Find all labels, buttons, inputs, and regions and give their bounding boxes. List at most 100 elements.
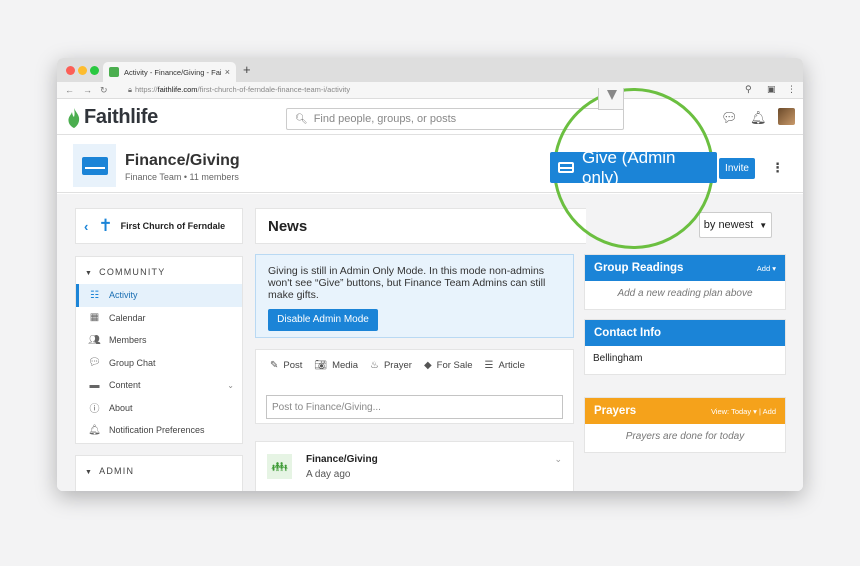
credit-card-icon bbox=[81, 156, 108, 175]
sidebar-item-about[interactable]: ⓘ About bbox=[76, 397, 242, 420]
sidebar-item-activity[interactable]: ☷ Activity bbox=[76, 284, 242, 307]
sort-label: by newest bbox=[703, 219, 754, 231]
back-arrow-icon[interactable]: ← bbox=[65, 85, 74, 95]
search-icon: 🔍︎ bbox=[295, 113, 308, 125]
contact-location: Bellingham bbox=[593, 353, 643, 364]
add-reading-button[interactable]: Add ▾ bbox=[757, 264, 776, 273]
post-composer: ✎ Post 📷︎ Media ♨ Prayer ◆ For Sale ☰ Article… bbox=[255, 349, 574, 424]
sort-dropdown[interactable]: by newest ▼ bbox=[699, 212, 772, 238]
sidebar-item-label: Content bbox=[109, 380, 141, 391]
news-title: News bbox=[268, 217, 308, 235]
browser-menu-icon[interactable]: ⋮ bbox=[787, 84, 796, 95]
prayers-view-add-controls[interactable]: View: Today ▾ | Add bbox=[711, 407, 776, 416]
pencil-icon: ✎ bbox=[270, 360, 279, 371]
readings-empty-text: Add a new reading plan above bbox=[617, 288, 753, 299]
user-avatar[interactable] bbox=[778, 108, 795, 125]
group-readings-box: Group Readings Add ▾ Add a new reading p… bbox=[584, 254, 786, 310]
post-type-label: Post bbox=[283, 360, 303, 371]
sidebar-item-members[interactable]: 👥︎ Members bbox=[76, 329, 242, 352]
give-admin-only-button[interactable]: Give (Admin only) bbox=[550, 148, 717, 187]
sidebar-item-group-chat[interactable]: 💬︎ Group Chat bbox=[76, 352, 242, 375]
browser-tab[interactable]: Activity - Finance/Giving - Faith × bbox=[103, 62, 236, 82]
group-meta: Finance Team • 11 members bbox=[125, 172, 239, 182]
community-nav: ▼ COMMUNITY ☷ Activity ▦ Calendar 👥︎ Memb… bbox=[75, 256, 243, 444]
reload-icon[interactable]: ↻ bbox=[100, 85, 108, 96]
contact-info-header: Contact Info bbox=[585, 320, 785, 346]
new-tab-button[interactable]: + bbox=[243, 62, 251, 77]
credit-card-icon bbox=[558, 162, 574, 173]
group-avatar bbox=[73, 144, 116, 187]
zoom-icon[interactable]: ⚲ bbox=[745, 84, 752, 95]
church-link[interactable]: ‹ ✝ First Church of Ferndale bbox=[75, 208, 243, 244]
url-field[interactable]: 🔒︎ https://faithlife.com/first-church-of-… bbox=[128, 85, 350, 95]
post-type-for-sale[interactable]: ◆ For Sale bbox=[424, 360, 473, 371]
post-type-media[interactable]: 📷︎ Media bbox=[314, 360, 358, 371]
prayers-title: Prayers bbox=[594, 405, 637, 417]
post-type-post[interactable]: ✎ Post bbox=[270, 360, 302, 371]
calendar-icon: ▦ bbox=[89, 312, 100, 324]
folder-icon: ▬ bbox=[89, 379, 100, 391]
minimize-window-button[interactable] bbox=[78, 66, 87, 75]
feed-author[interactable]: Finance/Giving bbox=[306, 454, 378, 465]
post-type-label: Article bbox=[498, 360, 525, 371]
tag-icon: ◆ bbox=[423, 360, 432, 371]
admin-mode-notice: Giving is still in Admin Only Mode. In t… bbox=[255, 254, 574, 338]
url-host: faithlife.com bbox=[157, 85, 198, 94]
church-name: First Church of Ferndale bbox=[120, 221, 226, 231]
community-section-title[interactable]: ▼ COMMUNITY bbox=[76, 257, 242, 284]
feed-item: 👪︎ Finance/Giving A day ago ⌄ bbox=[255, 441, 574, 491]
group-readings-title: Group Readings bbox=[594, 262, 684, 274]
magnified-dropdown-fragment bbox=[598, 88, 624, 110]
caret-down-icon: ▼ bbox=[85, 469, 94, 476]
sidebar-item-content[interactable]: ▬ Content ⌄ bbox=[76, 374, 242, 397]
admin-section-title[interactable]: ▼ ADMIN bbox=[76, 456, 242, 483]
chevron-left-icon[interactable]: ‹ bbox=[84, 219, 88, 234]
feed-timestamp: A day ago bbox=[306, 469, 351, 480]
close-window-button[interactable] bbox=[66, 66, 75, 75]
post-type-article[interactable]: ☰ Article bbox=[485, 360, 525, 371]
address-bar: ← → ↻ 🔒︎ https://faithlife.com/first-chur… bbox=[57, 82, 803, 99]
members-icon: 👥︎ bbox=[88, 334, 101, 346]
post-type-label: Media bbox=[332, 360, 358, 371]
messages-icon[interactable]: 💬︎ bbox=[721, 110, 738, 126]
sidebar-item-label: About bbox=[109, 402, 133, 413]
sidebar-item-calendar[interactable]: ▦ Calendar bbox=[76, 307, 242, 330]
tab-bar: Activity - Finance/Giving - Faith × + bbox=[57, 58, 803, 82]
caret-down-icon: ▼ bbox=[759, 220, 768, 230]
post-placeholder: Post to Finance/Giving... bbox=[272, 401, 381, 413]
chevron-down-icon[interactable]: ⌄ bbox=[554, 454, 562, 465]
lock-icon: 🔒︎ bbox=[128, 85, 132, 94]
post-input[interactable]: Post to Finance/Giving... bbox=[266, 395, 563, 419]
forward-arrow-icon[interactable]: → bbox=[83, 85, 92, 95]
admin-nav: ▼ ADMIN bbox=[75, 455, 243, 491]
url-path: /first-church-of-ferndale-finance-team-i… bbox=[197, 85, 351, 94]
logo-text: Faithlife bbox=[84, 106, 158, 128]
sidebar-item-notification-preferences[interactable]: 🔔︎ Notification Preferences bbox=[76, 419, 242, 442]
faithlife-favicon-icon bbox=[109, 67, 119, 77]
faithlife-logo[interactable]: Faithlife bbox=[67, 106, 158, 129]
camera-icon: 📷︎ bbox=[314, 360, 328, 371]
notice-text: Giving is still in Admin Only Mode. In t… bbox=[268, 265, 546, 301]
news-header: News bbox=[255, 208, 586, 244]
post-type-label: For Sale bbox=[436, 360, 473, 371]
maximize-window-button[interactable] bbox=[90, 66, 99, 75]
group-name: Finance/Giving bbox=[125, 152, 240, 169]
church-cross-icon: ✝ bbox=[98, 216, 113, 235]
invite-button[interactable]: Invite bbox=[719, 158, 755, 179]
notifications-bell-icon[interactable]: 🔔︎ bbox=[750, 110, 767, 126]
profile-icon[interactable]: ▣ bbox=[767, 84, 776, 95]
disable-admin-mode-button[interactable]: Disable Admin Mode bbox=[268, 309, 378, 331]
more-options-icon[interactable]: ⋮ bbox=[771, 160, 784, 176]
admin-title-text: ADMIN bbox=[99, 466, 135, 476]
tab-title: Activity - Finance/Giving - Faith bbox=[124, 67, 221, 77]
prayers-header: Prayers View: Today ▾ | Add bbox=[585, 398, 785, 424]
search-placeholder: Find people, groups, or posts bbox=[313, 113, 457, 125]
contact-info-title: Contact Info bbox=[594, 327, 662, 339]
post-type-prayer[interactable]: ♨ Prayer bbox=[370, 360, 412, 371]
article-icon: ☰ bbox=[484, 360, 494, 371]
tab-close-icon[interactable]: × bbox=[225, 67, 230, 77]
prayers-box: Prayers View: Today ▾ | Add Prayers are … bbox=[584, 397, 786, 453]
chevron-down-icon[interactable]: ⌄ bbox=[227, 381, 234, 390]
sidebar-item-label: Members bbox=[109, 335, 147, 346]
bell-icon: 🔔︎ bbox=[88, 424, 101, 436]
